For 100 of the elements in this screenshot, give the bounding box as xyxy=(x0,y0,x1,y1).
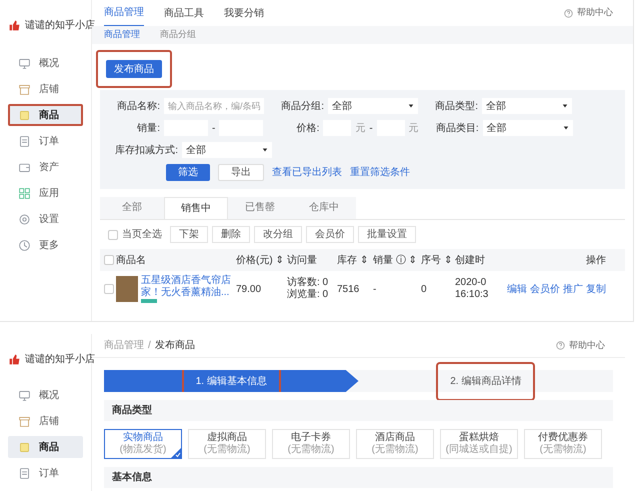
table-cell-text: 7516 xyxy=(337,282,360,296)
select-all-label: 当页全选 xyxy=(122,228,162,242)
product-name-link[interactable]: 五星级酒店香气帘店 家！无火香薰精油... xyxy=(141,275,233,299)
grid-icon xyxy=(18,186,31,200)
type-note: (无需物流) xyxy=(372,444,418,456)
type-note: (物流发货) xyxy=(120,444,166,456)
product-type-card[interactable]: 付费优惠券 (无需物流) xyxy=(524,429,602,459)
help-icon xyxy=(556,341,565,350)
sidebar-item[interactable]: 设置 xyxy=(8,208,83,230)
table-cell-text: 16:10:3 xyxy=(455,289,490,301)
monitor-icon xyxy=(18,56,31,70)
help-link[interactable]: 帮助中心 xyxy=(577,6,613,20)
step-label[interactable]: 2. 编辑商品详情 xyxy=(438,364,534,398)
range-dash: - xyxy=(212,122,216,136)
nav-tab[interactable]: 商品工具 xyxy=(164,0,204,26)
select-field[interactable]: 全部 xyxy=(182,142,272,158)
row-action-link[interactable]: 复制 xyxy=(586,282,606,296)
product-type-card[interactable]: 电子卡券 (无需物流) xyxy=(272,429,350,459)
column-header: 操作 xyxy=(585,254,606,268)
type-name: 酒店商品 xyxy=(375,432,415,444)
checkbox[interactable] xyxy=(108,230,118,240)
export-button[interactable]: 导出 xyxy=(218,164,264,181)
status-tab[interactable]: 全部 xyxy=(100,197,164,219)
corner-check-icon xyxy=(171,448,181,458)
store-icon xyxy=(18,414,31,428)
bulk-action-button[interactable]: 删除 xyxy=(212,226,250,243)
dropdown-arrow-icon xyxy=(562,103,568,109)
type-name: 实物商品 xyxy=(123,432,163,444)
bulk-action-button[interactable]: 批量设置 xyxy=(358,226,416,243)
column-header: 库存 ⇕ xyxy=(337,254,369,268)
product-type-card[interactable]: 蛋糕烘焙 (同城送或自提) xyxy=(440,429,518,459)
status-tab[interactable]: 已售罄 xyxy=(228,197,292,219)
type-note: (无需物流) xyxy=(204,444,250,456)
breadcrumb-separator: / xyxy=(148,339,151,353)
checkbox[interactable] xyxy=(104,284,114,294)
breadcrumb-item[interactable]: 发布商品 xyxy=(154,338,195,353)
table-cell-text: 访客数: 0 xyxy=(287,277,330,288)
column-header: 销量 ⓘ ⇕ xyxy=(373,254,418,268)
sidebar-item[interactable]: 概况 xyxy=(8,384,83,406)
bulk-action-button[interactable]: 下架 xyxy=(170,226,208,243)
section-title: 商品类型 xyxy=(104,400,613,421)
sidebar-item[interactable]: 商品 xyxy=(8,436,83,458)
sidebar-item[interactable]: 资产 xyxy=(8,156,83,178)
field-label: 价格: xyxy=(296,122,320,136)
status-tab[interactable]: 销售中 xyxy=(164,197,228,219)
select-field[interactable]: 全部 xyxy=(328,98,418,114)
row-action-link[interactable]: 编辑 xyxy=(507,282,527,296)
photo-placeholder xyxy=(116,276,138,302)
sidebar-item[interactable]: 店铺 xyxy=(8,78,83,100)
product-type-card[interactable]: 酒店商品 (无需物流) xyxy=(356,429,434,459)
sidebar-item[interactable]: 店铺 xyxy=(8,410,83,432)
type-note: (无需物流) xyxy=(540,444,586,456)
help-link[interactable]: 帮助中心 xyxy=(569,338,605,352)
store-icon xyxy=(18,82,31,96)
unit-label: 元 xyxy=(355,122,366,136)
exported-list-link[interactable]: 查看已导出列表 xyxy=(272,165,342,180)
row-action-link[interactable]: 会员价 xyxy=(530,282,560,296)
sidebar-item[interactable]: 概况 xyxy=(8,52,83,74)
sidebar-item[interactable]: 商品 xyxy=(8,104,83,126)
bulk-action-button[interactable]: 改分组 xyxy=(254,226,302,243)
product-type-card[interactable]: 实物商品 (物流发货) xyxy=(104,429,182,459)
publish-button[interactable]: 发布商品 xyxy=(106,60,162,78)
reset-filters-link[interactable]: 重置筛选条件 xyxy=(350,165,410,180)
row-action-link[interactable]: 推广 xyxy=(563,282,583,296)
help-icon xyxy=(564,8,573,18)
select-field[interactable]: 全部 xyxy=(482,120,573,136)
table-cell-text: 浏览量: 0 xyxy=(287,289,330,301)
input-field[interactable]: 输入商品名称，编/条码 xyxy=(164,98,264,114)
table-cell-text: - xyxy=(373,282,378,296)
dropdown-arrow-icon xyxy=(408,103,414,109)
sub-tab[interactable]: 商品管理 xyxy=(104,28,140,42)
sidebar-item[interactable]: 订单 xyxy=(8,130,83,152)
step-active[interactable]: 1. 编辑基本信息 xyxy=(104,370,358,392)
product-type-card[interactable]: 虚拟商品 (无需物流) xyxy=(188,429,266,459)
column-header: 序号 ⇕ xyxy=(421,254,453,268)
type-name: 蛋糕烘焙 xyxy=(459,432,499,444)
document-icon xyxy=(18,466,31,480)
sidebar-item[interactable]: 订单 xyxy=(8,462,83,484)
type-note: (无需物流) xyxy=(288,444,334,456)
unit-label: 元 xyxy=(408,122,419,136)
sidebar-item[interactable]: 应用 xyxy=(8,182,83,204)
type-name: 付费优惠券 xyxy=(538,432,588,444)
gear-icon xyxy=(18,212,31,226)
column-header: 商品名 xyxy=(116,254,147,268)
bulk-action-button[interactable]: 会员价 xyxy=(306,226,354,243)
section-title: 基本信息 xyxy=(104,467,613,488)
field-label: 库存扣减方式: xyxy=(114,144,178,158)
box-icon xyxy=(18,108,31,122)
table-cell-text: 2020-0 xyxy=(455,277,488,289)
thumbs-up-icon xyxy=(8,352,21,366)
sidebar-item[interactable]: 更多 xyxy=(8,234,83,256)
field-label: 商品类型: xyxy=(434,100,478,114)
type-name: 电子卡券 xyxy=(291,432,331,444)
filter-button[interactable]: 筛选 xyxy=(166,164,210,181)
column-header: 访问量 xyxy=(287,254,318,268)
checkbox[interactable] xyxy=(104,255,114,265)
type-name: 虚拟商品 xyxy=(207,432,247,444)
select-field[interactable]: 全部 xyxy=(482,98,572,114)
status-tab[interactable]: 仓库中 xyxy=(292,197,356,219)
nav-tab[interactable]: 我要分销 xyxy=(224,0,264,26)
